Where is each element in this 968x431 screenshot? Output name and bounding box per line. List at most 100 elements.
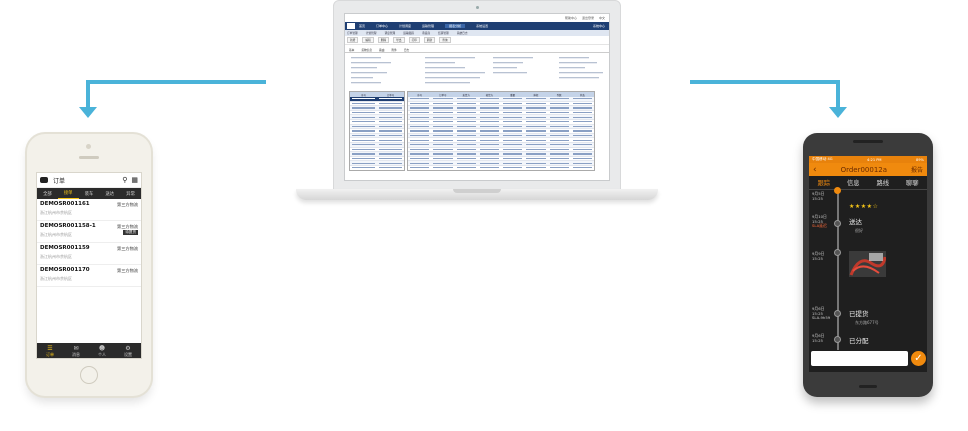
- table-cell: [456, 116, 476, 118]
- table-cell: [503, 162, 523, 164]
- tab-delivered[interactable]: 送达: [99, 191, 120, 197]
- table-cell: [479, 153, 499, 155]
- table-cell: [572, 144, 592, 146]
- table-cell: [352, 116, 375, 118]
- nav-item-active[interactable]: 报表分析: [445, 24, 466, 28]
- table-cell: [526, 153, 546, 155]
- order-list-item[interactable]: DEMOSR001159 浙江杭州市余杭区 第三方物流: [37, 243, 141, 265]
- footer-tab-profile[interactable]: ☻ 个人: [89, 343, 115, 358]
- top-link-logout[interactable]: 退出登录: [582, 16, 594, 20]
- timeline-event-title: 已分配: [849, 337, 869, 345]
- column-header: 发货方: [462, 93, 470, 97]
- table-cell: [549, 111, 569, 114]
- order-list-item[interactable]: DEMOSR001170 浙江杭州市余杭区 第三方物流: [37, 265, 141, 287]
- toolbar-button[interactable]: 打印: [408, 37, 420, 43]
- table-cell: [572, 167, 592, 169]
- column-header: 订单号: [386, 93, 395, 97]
- nav-item[interactable]: 首页: [359, 24, 365, 28]
- table-cell: [503, 125, 523, 127]
- sub-nav-item[interactable]: 结算管理: [438, 31, 449, 35]
- order-list-item[interactable]: DEMOSR001161 浙江杭州市余杭区 第三方物流: [37, 199, 141, 221]
- nav-system-center[interactable]: 系统中心: [593, 24, 605, 28]
- table-cell: [352, 111, 375, 114]
- timeline-date: 9月6日 15:25 SLA-9h59: [812, 306, 830, 321]
- timeline-dot: [834, 220, 841, 227]
- toolbar-button[interactable]: 刷新: [423, 37, 436, 43]
- table-cell: [549, 139, 569, 141]
- tab-tracking[interactable]: 跟踪: [809, 178, 839, 187]
- table-row[interactable]: [350, 171, 404, 172]
- sub-nav-item[interactable]: 计划管理: [366, 31, 377, 35]
- table-cell: [526, 130, 546, 132]
- table-cell: [479, 107, 499, 109]
- home-button[interactable]: [80, 366, 98, 384]
- check-icon[interactable]: ✓: [911, 351, 926, 366]
- top-link-help[interactable]: 帮助中心: [565, 16, 577, 20]
- search-icon[interactable]: ⚲: [122, 176, 127, 184]
- scan-icon[interactable]: ▦: [131, 176, 138, 184]
- table-cell: [379, 125, 402, 127]
- order-list-item[interactable]: DEMOSR001158-1 浙江杭州市余杭区 第三方物流 待提货: [37, 221, 141, 243]
- timeline-event-note: 很好: [855, 228, 863, 233]
- top-link-language[interactable]: 中文: [599, 16, 605, 20]
- sub-nav-item[interactable]: 系统日志: [457, 31, 468, 35]
- sub-nav-item[interactable]: 承运商: [422, 31, 430, 35]
- tab-route[interactable]: 路线: [868, 178, 898, 187]
- toolbar-button[interactable]: 新增: [347, 37, 359, 43]
- connector-right-horizontal: [690, 80, 840, 84]
- toolbar-button[interactable]: 查询: [439, 37, 451, 43]
- table-row[interactable]: [408, 171, 594, 172]
- toolbar-button[interactable]: 导出: [393, 37, 405, 43]
- table-cell: [456, 107, 476, 109]
- tab-exception[interactable]: 异常: [120, 191, 141, 197]
- footer-tab-settings[interactable]: ⚙ 设置: [115, 343, 141, 358]
- nav-item[interactable]: 系统设置: [476, 24, 488, 28]
- arrow-down-icon: [79, 107, 97, 118]
- tab-accepted[interactable]: 接单: [57, 189, 79, 199]
- toolbar-button[interactable]: 删除: [377, 37, 390, 43]
- report-button[interactable]: 报告: [911, 165, 923, 174]
- table-cell: [572, 157, 592, 160]
- table-cell: [549, 148, 569, 150]
- android-tabs: 跟踪 信息 路线 聊聊: [809, 176, 927, 190]
- sub-nav-item[interactable]: 订单管理: [347, 31, 358, 35]
- table-cell: [352, 153, 375, 155]
- tab-loading[interactable]: 装车: [79, 191, 100, 197]
- toolbar-button[interactable]: 编辑: [362, 37, 374, 43]
- footer-tab-orders[interactable]: ☰ 订单: [37, 343, 63, 358]
- detail-tab[interactable]: 日志: [404, 48, 409, 52]
- table-cell: [549, 157, 569, 160]
- table-cell: [503, 139, 523, 141]
- footer-tab-messages[interactable]: ✉ 消息: [63, 343, 89, 358]
- tab-chat[interactable]: 聊聊: [898, 178, 928, 187]
- detail-tab[interactable]: 路由: [379, 48, 384, 52]
- table-cell: [503, 144, 523, 146]
- table-cell: [503, 98, 523, 100]
- table-cell: [352, 125, 375, 127]
- detail-tab[interactable]: 附件: [392, 48, 397, 52]
- nav-item[interactable]: 运输管理: [422, 24, 434, 28]
- table-cell: [526, 121, 546, 123]
- table-cell: [433, 130, 453, 132]
- table-cell: [456, 134, 476, 137]
- sub-nav-item[interactable]: 调度管理: [385, 31, 396, 35]
- desktop-toolbar: 新增 编辑 删除 导出 打印 刷新 查询: [345, 36, 609, 45]
- tab-info[interactable]: 信息: [839, 178, 869, 187]
- table-cell: [410, 102, 430, 104]
- nav-item[interactable]: 订单中心: [376, 24, 388, 28]
- sub-nav-item[interactable]: 运输跟踪: [403, 31, 414, 35]
- comment-input[interactable]: [811, 351, 908, 366]
- detail-tab[interactable]: 货物信息: [361, 48, 372, 52]
- table-cell: [456, 125, 476, 127]
- table-cell: [433, 157, 453, 160]
- table-cell: [410, 116, 430, 118]
- detail-tab[interactable]: 基本: [349, 48, 354, 52]
- nav-item[interactable]: 计划调度: [399, 24, 411, 28]
- tab-all[interactable]: 全部: [37, 191, 58, 197]
- delivery-photo[interactable]: [849, 251, 886, 277]
- table-cell: [456, 130, 476, 132]
- table-cell: [572, 162, 592, 164]
- table-cell: [549, 116, 569, 118]
- table-cell: [352, 102, 375, 104]
- table-cell: [379, 121, 402, 123]
